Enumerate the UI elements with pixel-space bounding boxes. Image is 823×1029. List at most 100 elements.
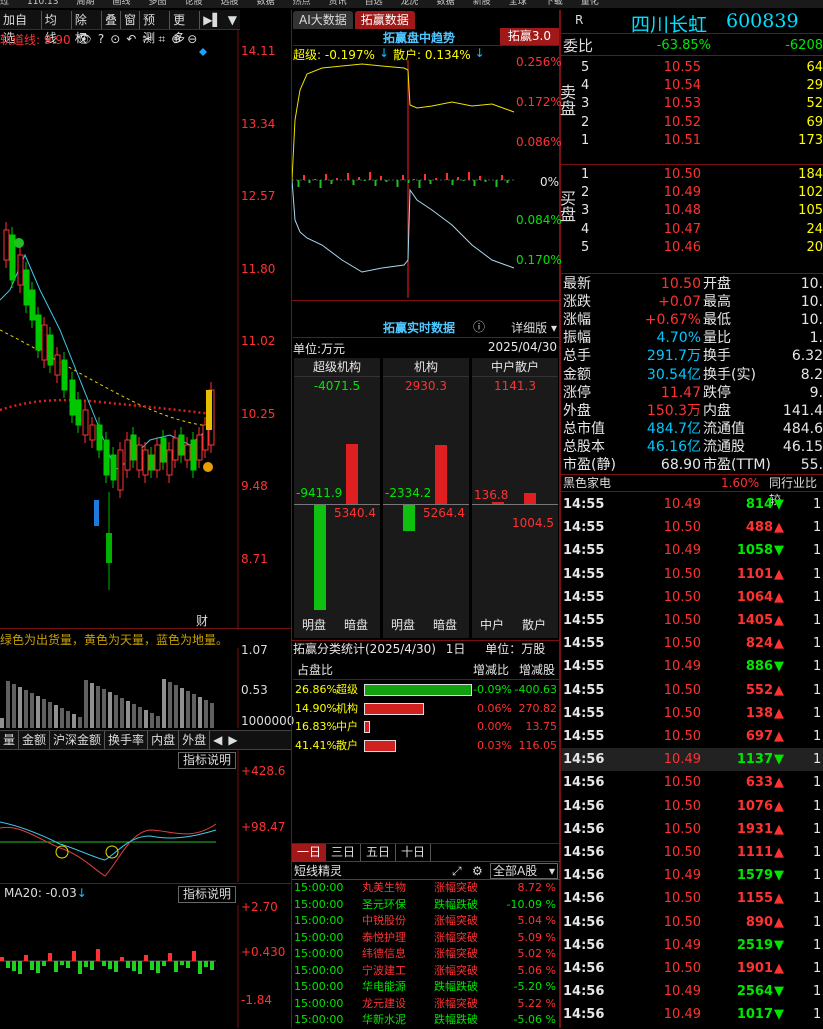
period-tabs: 一日 三日 五日 十日 [292,843,560,861]
arrow-up-icon: ▲ [774,845,784,860]
tab-inner[interactable]: 内盘 [148,731,180,749]
short-title: 短线精灵 [294,864,343,878]
short-row[interactable]: 15:00:00 华电能源 跌幅跌破 -5.20 % [292,979,560,996]
period-selector[interactable]: 1日 [446,642,466,656]
tab-5day[interactable]: 五日 [361,844,397,861]
column-net: 1141.3 [494,379,536,393]
arrow-down-icon: ▼ [774,659,784,675]
order-level[interactable]: 2 10.49 102 [561,184,823,203]
menu-item[interactable]: 热点 [293,0,311,7]
order-level[interactable]: 5 10.55 64 [561,59,823,78]
arrow-up-icon: ▲ [774,566,784,582]
stat-row: 涨停 11.47 跌停 9. [563,384,823,401]
arrow-up-icon: ▲ [774,613,784,628]
tab-10day[interactable]: 十日 [396,844,432,861]
menu-item[interactable]: 龙虎 [401,0,419,7]
sector-row: 黑色家电 1.60% 同行业比较 [561,474,823,507]
realtime-title: 拓赢实时数据 [383,321,456,335]
indicator-help-2[interactable]: 指标说明 [178,886,236,903]
order-level[interactable]: 3 10.53 52 [561,95,823,114]
classify-row: 14.90% 机构 0.06% 270.82 [295,701,557,715]
tab-sh-sz-amount[interactable]: 沪深金额 [50,731,106,749]
scroll-left-icon[interactable]: ◀ [210,733,225,747]
menu-item[interactable]: 多图 [149,0,167,7]
ma-button[interactable]: 均线 [42,10,72,45]
tab-outer[interactable]: 外盘 [179,731,211,749]
menu-item[interactable]: 110.13 [27,0,59,7]
short-row[interactable]: 15:00:00 中锐股份 涨幅突破 5.04 % [292,913,560,930]
menu-item[interactable]: 量化 [581,0,599,7]
column-net: -4071.5 [313,379,361,393]
short-row[interactable]: 15:00:00 宁波建工 涨幅突破 5.06 % [292,963,560,980]
h-divider-mid1 [292,300,560,318]
tab-ai-data[interactable]: AI大数据 [293,11,353,29]
market-filter[interactable]: 全部A股 ▾ [490,863,558,879]
order-level[interactable]: 3 10.48 105 [561,202,823,221]
gear-icon[interactable]: ⚙ [472,862,483,880]
tick-row: 14:56 10.50 1076 ▲ 1 [561,795,823,818]
short-row[interactable]: 15:00:00 丸美生物 涨幅突破 8.72 % [292,880,560,897]
short-row[interactable]: 15:00:00 纬德信息 涨幅突破 5.02 % [292,946,560,963]
menu-item[interactable]: 周期 [77,0,95,7]
dropdown-icon[interactable]: ▼ [225,13,240,27]
menu-item[interactable]: 数据 [437,0,455,7]
tick-row: 14:55 10.50 697 ▲ 1 [561,725,823,748]
h-divider [0,628,292,629]
menu-item[interactable]: 过 [0,0,9,7]
tab-turnover[interactable]: 换手率 [105,731,149,749]
play-icon[interactable]: ▶▌ [200,13,224,27]
tuoying-badge[interactable]: 拓赢3.0 [499,28,559,45]
tick-row: 14:55 10.50 1101 ▲ 1 [561,563,823,586]
order-level[interactable]: 1 10.51 173 [561,132,823,151]
price-tick: 8.71 [241,551,268,566]
menu-item[interactable]: 新股 [473,0,491,7]
tab-3day[interactable]: 三日 [326,844,362,861]
arrow-up-icon: ▲ [774,775,784,791]
menu-item[interactable]: 自选 [365,0,383,7]
order-level[interactable]: 4 10.54 29 [561,77,823,96]
order-level[interactable]: 2 10.52 69 [561,114,823,133]
order-level[interactable]: 4 10.47 24 [561,221,823,240]
menu-item[interactable]: 画线 [113,0,131,7]
stat-row: 市盈(静) 68.90 市盈(TTM) 55. [563,457,823,473]
expand-icon[interactable]: ⤢ [452,862,462,880]
menu-item[interactable]: 数据 [257,0,275,7]
price-tick: 10.25 [241,406,276,421]
tick-row: 14:55 10.49 814 ▼ 1 [561,493,823,516]
tab-amount[interactable]: 金额 [19,731,51,749]
overlay-button[interactable]: 叠 [102,10,121,29]
volume-note: 绿色为出货量，黄色为天量，蓝色为地量。 [0,633,229,647]
more-button[interactable]: 更多 [170,10,201,45]
short-row[interactable]: 15:00:00 华新水泥 跌幅跌破 -5.06 % [292,1012,560,1029]
menu-item[interactable]: 下载 [545,0,563,7]
forecast-button[interactable]: 预测 [140,10,171,45]
tab-1day[interactable]: 一日 [292,844,327,861]
menu-item[interactable]: 资讯 [329,0,347,7]
top-menubar: 过 110.13 周期 画线 多图 论股 选股 数据 热点 资讯 自选 龙虎 数据 新股 全球 下载 量化 [0,0,823,8]
tab-volume[interactable]: 量 [0,731,20,749]
menu-item[interactable]: 选股 [221,0,239,7]
short-row[interactable]: 15:00:00 泰悦护理 涨幅突破 5.09 % [292,930,560,947]
short-row[interactable]: 15:00:00 圣元环保 跌幅跌破 -10.09 % [292,897,560,914]
add-watchlist-button[interactable]: 加自选 [0,10,42,45]
info-icon[interactable]: ⓘ [473,318,485,335]
short-row[interactable]: 15:00:00 龙元建设 涨幅突破 5.22 % [292,996,560,1013]
stat-row: 最新 10.50 开盘 10. [563,276,823,292]
menu-item[interactable]: 论股 [185,0,203,7]
tab-tuoying-data[interactable]: 拓赢数据 [354,11,415,29]
classify-colhead: 占盘比 增减比 增减股 [293,660,559,680]
open-bar [492,502,504,504]
order-level[interactable]: 5 10.46 20 [561,239,823,258]
column-name: 机构 [383,358,469,377]
classify-row: 16.83% 中户 0.00% 13.75 [295,720,557,733]
ex-rights-button[interactable]: 除权 [72,10,102,45]
menu-item[interactable]: 全球 [509,0,527,7]
r-tag: R [575,13,584,27]
tick-row: 14:56 10.50 1155 ▲ 1 [561,887,823,910]
scroll-right-icon[interactable]: ▶ [225,733,240,747]
tick-row: 14:56 10.49 2564 ▼ 1 [561,980,823,1003]
order-level[interactable]: 1 10.50 184 [561,166,823,185]
window-button[interactable]: 窗 [121,10,141,29]
detail-dropdown[interactable]: 详细版 ▾ [511,319,557,336]
stat-row: 总股本 46.16亿 流通股 46.15 [563,438,823,455]
